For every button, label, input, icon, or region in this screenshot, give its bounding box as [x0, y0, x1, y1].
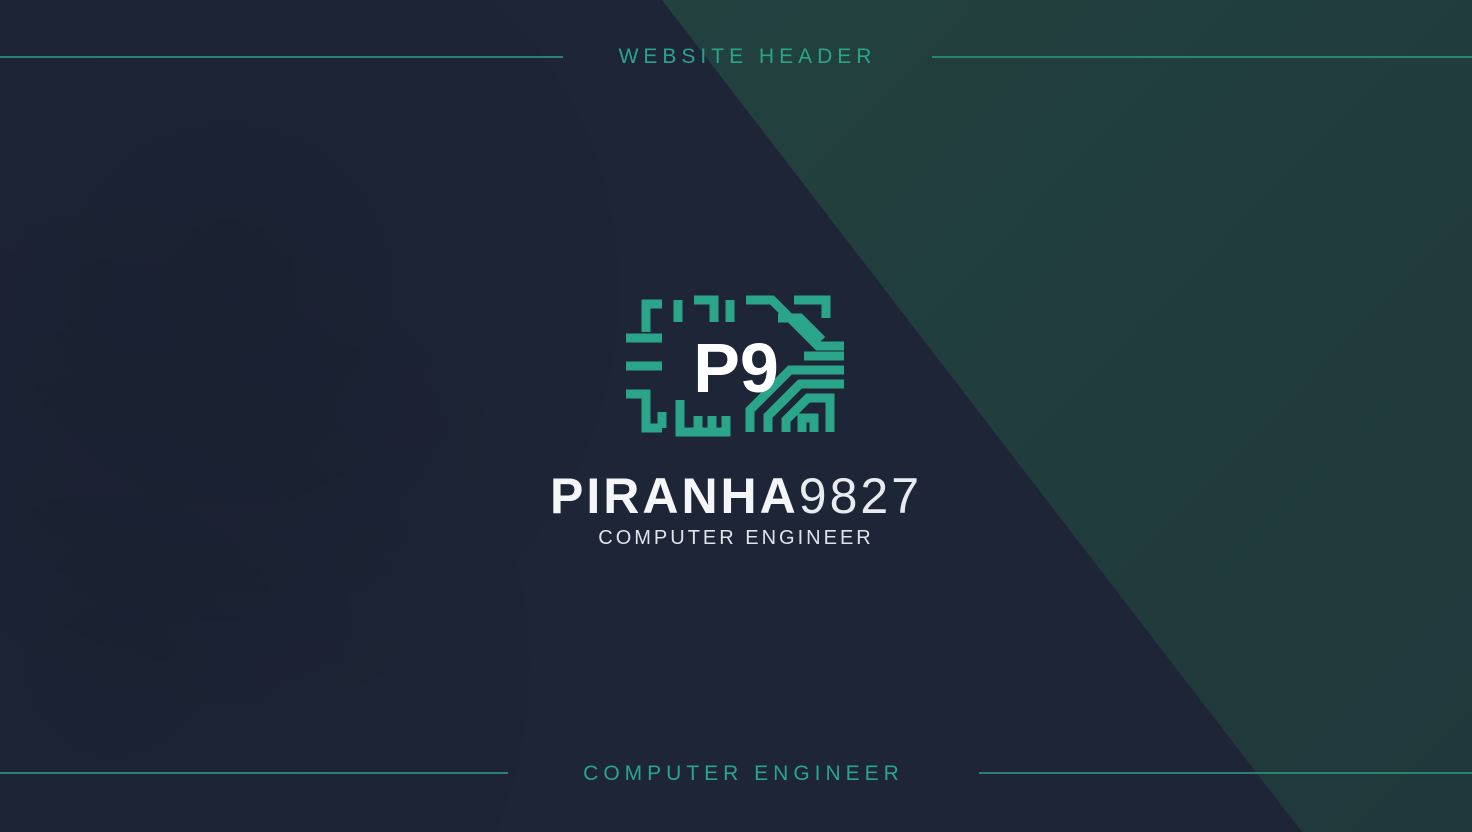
bottom-right-divider [979, 772, 1472, 774]
brand-name-primary: PIRANHA [549, 468, 799, 524]
website-header-banner: WEBSITE HEADER P9 PIRANHA9827 COMPUTER E… [0, 0, 1472, 832]
top-left-divider [0, 56, 563, 58]
brand-name: PIRANHA9827 [470, 466, 1002, 526]
brand-subtitle: COMPUTER ENGINEER [598, 527, 874, 549]
footer-label: COMPUTER ENGINEER [583, 762, 904, 785]
bottom-left-divider [0, 772, 508, 774]
circuit-chip-icon: P9 [626, 295, 844, 437]
logo-monogram: P9 [693, 329, 779, 407]
header-label: WEBSITE HEADER [618, 45, 877, 68]
brand-name-number: 9827 [798, 468, 923, 524]
top-right-divider [932, 56, 1472, 58]
